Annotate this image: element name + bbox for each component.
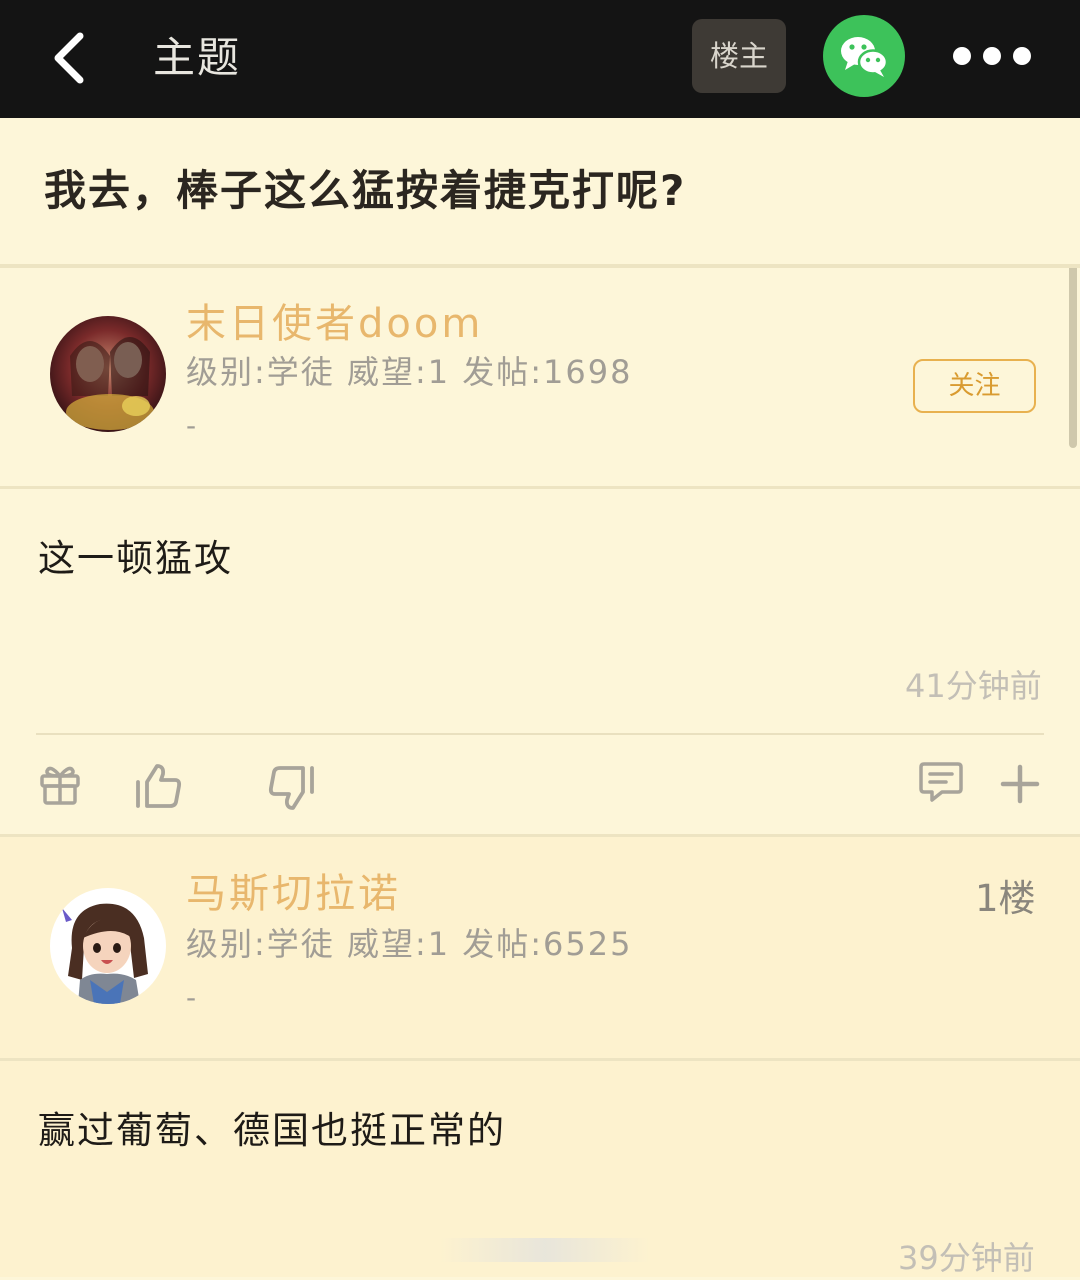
back-arrow-icon[interactable]	[48, 32, 92, 84]
author-info: 级别:学徒 威望:1 发帖:1698	[186, 353, 633, 391]
avatar-image	[50, 888, 166, 1004]
avatar[interactable]	[50, 316, 166, 432]
top-bar: 主题 楼主	[0, 0, 1080, 118]
gift-icon[interactable]	[38, 762, 82, 806]
author-signature: -	[186, 409, 197, 442]
divider	[0, 1058, 1080, 1061]
reply-author-signature: -	[186, 981, 197, 1014]
reply-author-info: 级别:学徒 威望:1 发帖:6525	[186, 925, 633, 963]
avatar[interactable]	[50, 888, 166, 1004]
reply-section	[0, 836, 1080, 1277]
page-title: 主题	[153, 33, 242, 82]
reply-time: 39分钟前	[898, 1239, 1035, 1277]
fade-overlay	[440, 1238, 650, 1262]
author-name[interactable]: 末日使者doom	[186, 298, 483, 350]
divider	[0, 486, 1080, 489]
reply-content: 赢过葡萄、德国也挺正常的	[38, 1109, 506, 1152]
comment-icon[interactable]	[918, 760, 964, 804]
thumbs-up-icon[interactable]	[133, 762, 183, 810]
divider	[0, 834, 1080, 837]
post-content: 这一顿猛攻	[38, 537, 233, 580]
divider	[36, 733, 1044, 735]
more-dots-icon[interactable]	[950, 44, 1034, 68]
reply-author-name[interactable]: 马斯切拉诺	[186, 868, 401, 920]
post-title-section: 我去，棒子这么猛按着捷克打呢?	[0, 118, 1080, 264]
post-time: 41分钟前	[905, 667, 1042, 705]
floor-number: 1楼	[975, 877, 1036, 920]
plus-icon[interactable]	[1000, 764, 1040, 804]
wechat-share-button[interactable]	[823, 15, 905, 97]
avatar-image	[50, 316, 166, 432]
only-op-button[interactable]: 楼主	[692, 19, 786, 93]
wechat-icon	[841, 37, 889, 77]
thumbs-down-icon[interactable]	[267, 764, 317, 812]
follow-button[interactable]: 关注	[913, 359, 1036, 413]
post-title: 我去，棒子这么猛按着捷克打呢?	[44, 166, 687, 215]
divider	[0, 264, 1080, 268]
